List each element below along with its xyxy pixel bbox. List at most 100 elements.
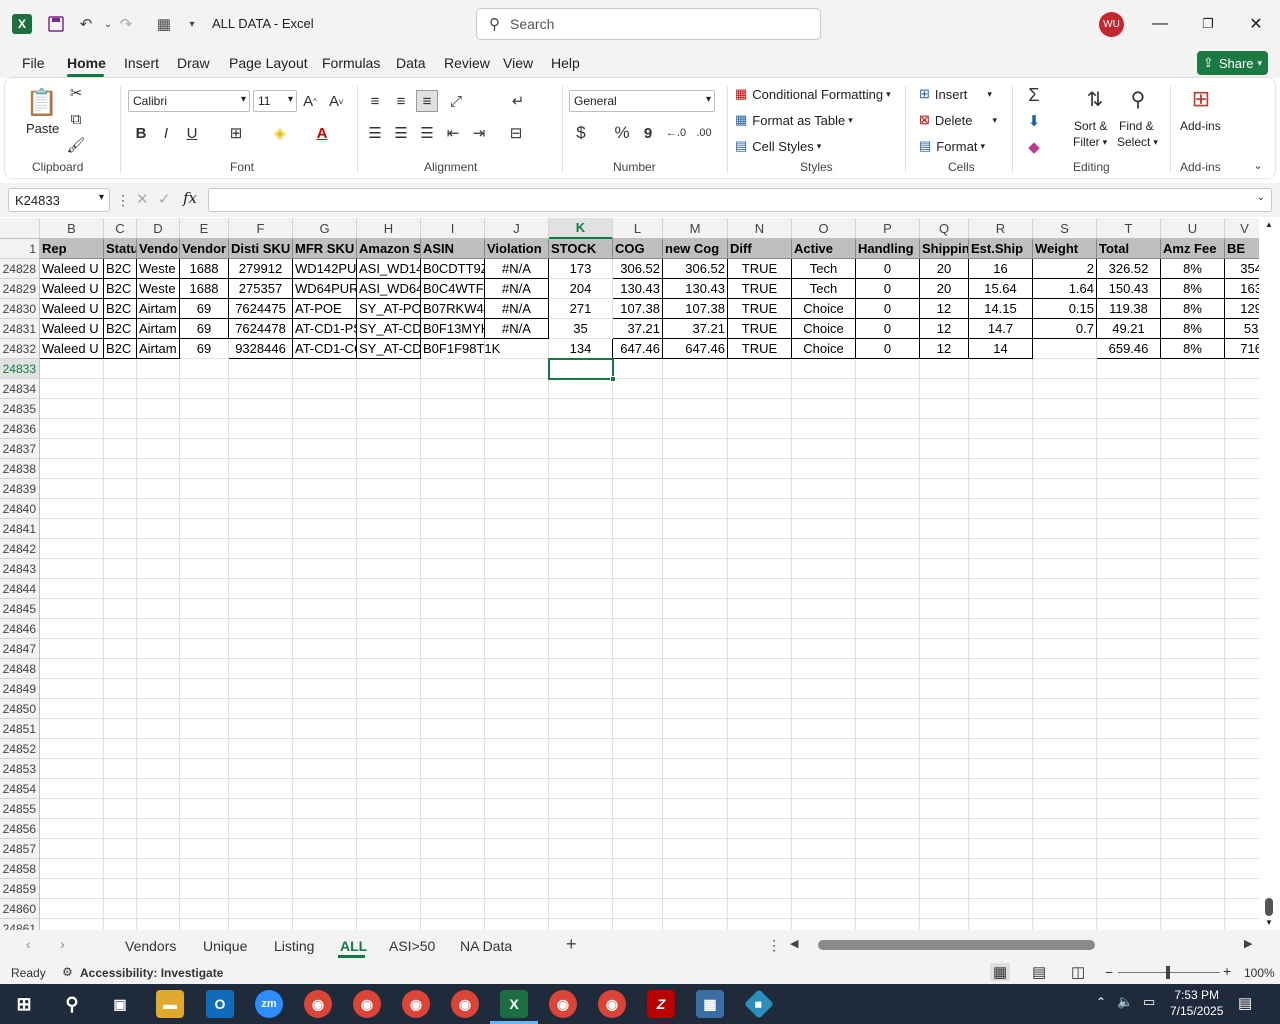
empty-cell[interactable]	[357, 639, 421, 659]
empty-cell[interactable]	[613, 919, 663, 930]
empty-cell[interactable]	[357, 419, 421, 439]
empty-cell[interactable]	[1161, 619, 1225, 639]
align-center-icon[interactable]: ☰	[390, 122, 412, 144]
table-cell[interactable]: 2	[1033, 259, 1097, 279]
empty-cell[interactable]	[549, 859, 613, 879]
increase-font-icon[interactable]: A ^	[299, 90, 321, 112]
font-family-select[interactable]: Calibri ▾	[128, 90, 250, 112]
empty-cell[interactable]	[293, 359, 357, 379]
table-cell[interactable]: B2C	[104, 279, 137, 299]
empty-cell[interactable]	[357, 619, 421, 639]
empty-cell[interactable]	[663, 919, 728, 930]
empty-cell[interactable]	[663, 379, 728, 399]
table-cell[interactable]: Weste	[137, 279, 180, 299]
empty-cell[interactable]	[969, 679, 1033, 699]
empty-cell[interactable]	[40, 639, 104, 659]
number-format-select[interactable]: General ▾	[569, 90, 715, 112]
empty-cell[interactable]	[856, 479, 920, 499]
empty-cell[interactable]	[856, 399, 920, 419]
row-header[interactable]: 24855	[0, 799, 40, 819]
empty-cell[interactable]	[229, 659, 293, 679]
borders-icon[interactable]: ⊞	[225, 122, 247, 144]
empty-cell[interactable]	[104, 499, 137, 519]
empty-cell[interactable]	[293, 779, 357, 799]
empty-cell[interactable]	[485, 739, 549, 759]
empty-cell[interactable]	[728, 659, 792, 679]
column-header-o[interactable]: O	[792, 218, 856, 239]
sheet-tab-unique[interactable]: Unique	[203, 938, 247, 954]
empty-cell[interactable]	[856, 799, 920, 819]
empty-cell[interactable]	[920, 919, 969, 930]
empty-cell[interactable]	[485, 539, 549, 559]
empty-cell[interactable]	[792, 819, 856, 839]
empty-cell[interactable]	[613, 439, 663, 459]
empty-cell[interactable]	[137, 639, 180, 659]
empty-cell[interactable]	[663, 419, 728, 439]
empty-cell[interactable]	[728, 879, 792, 899]
empty-cell[interactable]	[856, 599, 920, 619]
empty-cell[interactable]	[1097, 439, 1161, 459]
empty-cell[interactable]	[792, 379, 856, 399]
empty-cell[interactable]	[613, 519, 663, 539]
table-cell[interactable]: Waleed U	[40, 319, 104, 339]
empty-cell[interactable]	[549, 579, 613, 599]
empty-cell[interactable]	[180, 639, 229, 659]
empty-cell[interactable]	[180, 439, 229, 459]
empty-cell[interactable]	[137, 379, 180, 399]
table-cell[interactable]: 659.46	[1097, 339, 1161, 359]
empty-cell[interactable]	[1033, 379, 1097, 399]
empty-cell[interactable]	[613, 739, 663, 759]
empty-cell[interactable]	[663, 459, 728, 479]
table-cell[interactable]: 119.38	[1097, 299, 1161, 319]
scroll-thumb[interactable]	[1265, 898, 1273, 916]
empty-cell[interactable]	[104, 479, 137, 499]
row-header[interactable]: 24858	[0, 859, 40, 879]
empty-cell[interactable]	[920, 499, 969, 519]
empty-cell[interactable]	[40, 499, 104, 519]
empty-cell[interactable]	[180, 819, 229, 839]
merge-center-icon[interactable]: ⊟	[505, 122, 527, 144]
empty-cell[interactable]	[613, 459, 663, 479]
empty-cell[interactable]	[663, 479, 728, 499]
empty-cell[interactable]	[421, 419, 485, 439]
minimize-icon[interactable]: —	[1145, 12, 1175, 36]
row-header[interactable]: 24857	[0, 839, 40, 859]
table-cell[interactable]: 275357	[229, 279, 293, 299]
empty-cell[interactable]	[421, 839, 485, 859]
empty-cell[interactable]	[357, 739, 421, 759]
empty-cell[interactable]	[969, 419, 1033, 439]
empty-cell[interactable]	[613, 879, 663, 899]
empty-cell[interactable]	[549, 779, 613, 799]
search-icon[interactable]: ⚲	[58, 990, 86, 1018]
table-cell[interactable]: 37.21	[663, 319, 728, 339]
table-cell[interactable]: 647.46	[613, 339, 663, 359]
empty-cell[interactable]	[229, 599, 293, 619]
empty-cell[interactable]	[485, 679, 549, 699]
empty-cell[interactable]	[104, 679, 137, 699]
empty-cell[interactable]	[137, 479, 180, 499]
empty-cell[interactable]	[357, 599, 421, 619]
empty-cell[interactable]	[792, 639, 856, 659]
table-cell[interactable]: 12	[920, 319, 969, 339]
empty-cell[interactable]	[613, 479, 663, 499]
filezilla-icon[interactable]: Z	[647, 990, 675, 1018]
empty-cell[interactable]	[421, 379, 485, 399]
wrap-text-icon[interactable]: ↵	[507, 90, 529, 112]
empty-cell[interactable]	[792, 739, 856, 759]
table-cell[interactable]	[1033, 339, 1097, 359]
empty-cell[interactable]	[613, 659, 663, 679]
align-middle-icon[interactable]: ≡	[390, 90, 412, 112]
zoom-app-icon[interactable]: zm	[255, 990, 283, 1018]
row-header[interactable]: 24847	[0, 639, 40, 659]
table-cell[interactable]: TRUE	[728, 319, 792, 339]
empty-cell[interactable]	[357, 799, 421, 819]
empty-cell[interactable]	[969, 479, 1033, 499]
empty-cell[interactable]	[104, 599, 137, 619]
column-header-m[interactable]: M	[663, 218, 728, 239]
empty-cell[interactable]	[1097, 819, 1161, 839]
empty-cell[interactable]	[229, 499, 293, 519]
empty-cell[interactable]	[792, 719, 856, 739]
empty-cell[interactable]	[104, 399, 137, 419]
autosum-icon[interactable]: Σ	[1023, 84, 1045, 106]
empty-cell[interactable]	[137, 399, 180, 419]
